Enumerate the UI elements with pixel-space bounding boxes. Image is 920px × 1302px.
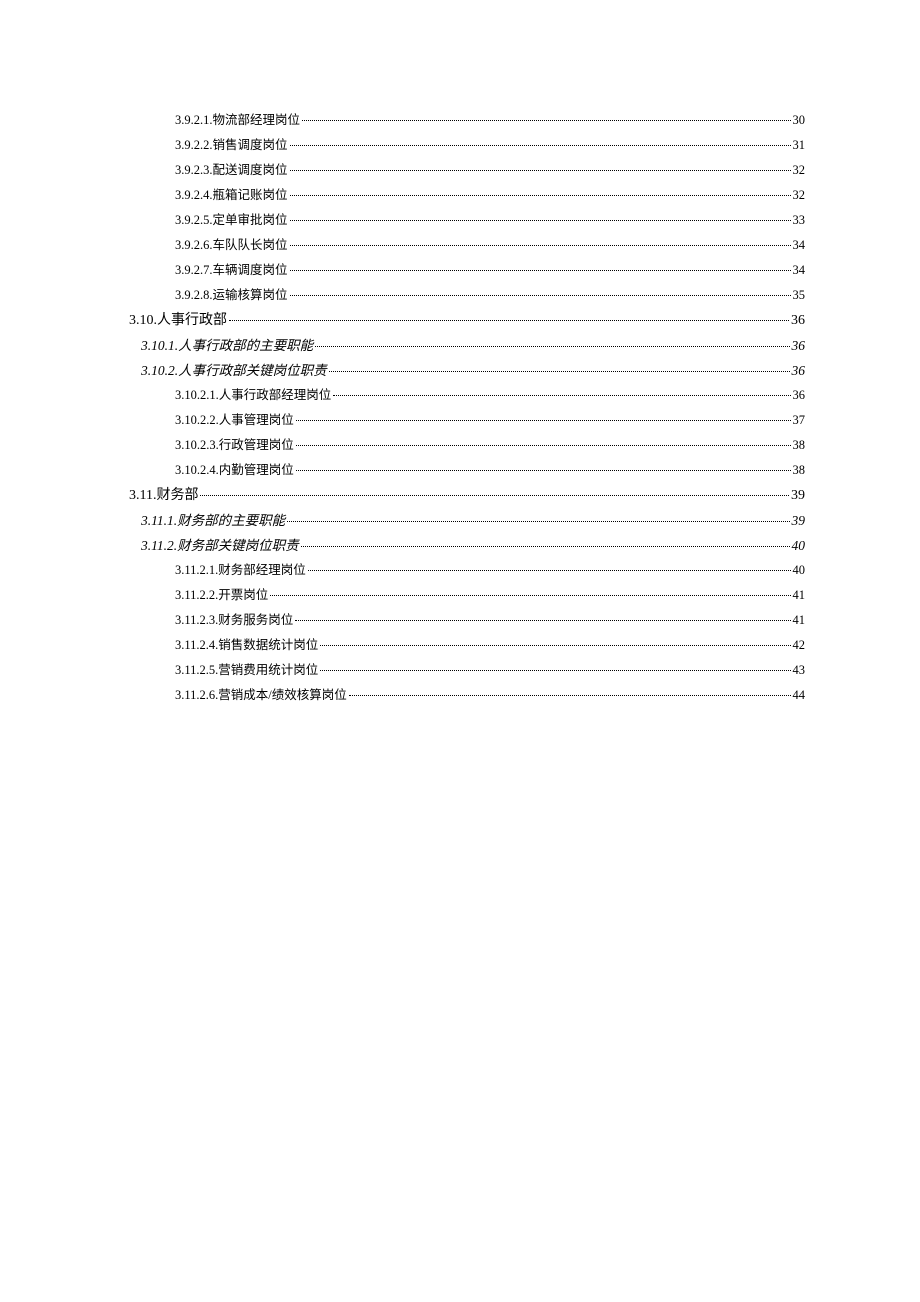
toc-label: 3.11.2.2.开票岗位 [175,583,268,608]
toc-page-number: 35 [793,283,806,308]
toc-label: 3.9.2.6.车队队长岗位 [175,233,288,258]
toc-leader-dots [290,245,791,246]
toc-label: 3.10.2.人事行政部关键岗位职责 [141,358,327,383]
toc-entry[interactable]: 3.11.1.财务部的主要职能 39 [115,508,805,533]
toc-label: 3.11.财务部 [129,483,198,508]
toc-label: 3.10.2.3.行政管理岗位 [175,433,294,458]
toc-entry[interactable]: 3.9.2.3.配送调度岗位 32 [115,158,805,183]
toc-leader-dots [200,495,789,496]
toc-leader-dots [270,595,790,596]
toc-label: 3.11.2.财务部关键岗位职责 [141,533,299,558]
toc-leader-dots [229,320,789,321]
toc-page-number: 38 [793,433,806,458]
toc-leader-dots [301,546,790,547]
toc-entry[interactable]: 3.11.2.2.开票岗位 41 [115,583,805,608]
toc-label: 3.10.2.2.人事管理岗位 [175,408,294,433]
toc-page-number: 36 [792,333,806,358]
toc-page-number: 40 [792,533,806,558]
toc-label: 3.9.2.2.销售调度岗位 [175,133,288,158]
toc-entry[interactable]: 3.11.2.4.销售数据统计岗位 42 [115,633,805,658]
toc-entry[interactable]: 3.9.2.5.定单审批岗位 33 [115,208,805,233]
toc-leader-dots [290,270,791,271]
toc-leader-dots [295,620,790,621]
toc-entry[interactable]: 3.10.1.人事行政部的主要职能 36 [115,333,805,358]
toc-leader-dots [290,170,791,171]
toc-entry[interactable]: 3.9.2.7.车辆调度岗位 34 [115,258,805,283]
toc-leader-dots [296,420,791,421]
toc-leader-dots [287,521,789,522]
toc-leader-dots [290,145,791,146]
toc-leader-dots [308,570,791,571]
toc-entry[interactable]: 3.11.财务部 39 [115,483,805,508]
toc-label: 3.10.2.1.人事行政部经理岗位 [175,383,331,408]
toc-leader-dots [320,645,790,646]
toc-entry[interactable]: 3.10.2.人事行政部关键岗位职责 36 [115,358,805,383]
toc-entry[interactable]: 3.10.2.4.内勤管理岗位 38 [115,458,805,483]
toc-leader-dots [290,220,791,221]
toc-page-number: 32 [793,158,806,183]
toc-page-number: 33 [793,208,806,233]
toc-label: 3.9.2.4.瓶箱记账岗位 [175,183,288,208]
toc-leader-dots [290,195,791,196]
toc-entry[interactable]: 3.9.2.2.销售调度岗位 31 [115,133,805,158]
toc-leader-dots [320,670,790,671]
toc-page-number: 40 [793,558,806,583]
toc-entry[interactable]: 3.9.2.8.运输核算岗位 35 [115,283,805,308]
toc-page-number: 39 [791,483,805,508]
toc-label: 3.11.2.1.财务部经理岗位 [175,558,306,583]
toc-page-number: 38 [793,458,806,483]
toc-entry[interactable]: 3.11.2.财务部关键岗位职责 40 [115,533,805,558]
toc-label: 3.11.1.财务部的主要职能 [141,508,285,533]
toc-entry[interactable]: 3.10.2.1.人事行政部经理岗位 36 [115,383,805,408]
toc-entry[interactable]: 3.11.2.3.财务服务岗位 41 [115,608,805,633]
toc-leader-dots [296,470,791,471]
toc-entry[interactable]: 3.9.2.1.物流部经理岗位 30 [115,108,805,133]
toc-entry[interactable]: 3.9.2.4.瓶箱记账岗位 32 [115,183,805,208]
toc-label: 3.9.2.3.配送调度岗位 [175,158,288,183]
toc-label: 3.9.2.7.车辆调度岗位 [175,258,288,283]
toc-label: 3.11.2.6.营销成本/绩效核算岗位 [175,683,347,708]
toc-page-number: 41 [793,608,806,633]
table-of-contents: 3.9.2.1.物流部经理岗位303.9.2.2.销售调度岗位313.9.2.3… [115,108,805,708]
toc-page-number: 36 [793,383,806,408]
toc-label: 3.11.2.4.销售数据统计岗位 [175,633,318,658]
toc-label: 3.9.2.1.物流部经理岗位 [175,108,300,133]
toc-page-number: 36 [791,308,805,333]
toc-entry[interactable]: 3.10.人事行政部 36 [115,308,805,333]
toc-entry[interactable]: 3.11.2.5.营销费用统计岗位 43 [115,658,805,683]
toc-page-number: 36 [792,358,806,383]
toc-label: 3.11.2.5.营销费用统计岗位 [175,658,318,683]
toc-page-number: 39 [792,508,806,533]
toc-leader-dots [290,295,791,296]
toc-page-number: 42 [793,633,806,658]
toc-leader-dots [329,371,790,372]
toc-page-number: 34 [793,258,806,283]
toc-page-number: 31 [793,133,806,158]
toc-entry[interactable]: 3.10.2.2.人事管理岗位 37 [115,408,805,433]
toc-leader-dots [333,395,790,396]
toc-page-number: 41 [793,583,806,608]
toc-entry[interactable]: 3.11.2.1.财务部经理岗位 40 [115,558,805,583]
toc-page-number: 37 [793,408,806,433]
toc-page-number: 30 [793,108,806,133]
toc-leader-dots [296,445,791,446]
toc-entry[interactable]: 3.9.2.6.车队队长岗位 34 [115,233,805,258]
toc-label: 3.9.2.8.运输核算岗位 [175,283,288,308]
toc-page-number: 43 [793,658,806,683]
toc-label: 3.10.人事行政部 [129,308,227,333]
toc-page-number: 32 [793,183,806,208]
toc-label: 3.9.2.5.定单审批岗位 [175,208,288,233]
toc-leader-dots [349,695,791,696]
toc-label: 3.11.2.3.财务服务岗位 [175,608,293,633]
toc-label: 3.10.2.4.内勤管理岗位 [175,458,294,483]
toc-page-number: 34 [793,233,806,258]
toc-leader-dots [302,120,790,121]
toc-label: 3.10.1.人事行政部的主要职能 [141,333,313,358]
toc-entry[interactable]: 3.11.2.6.营销成本/绩效核算岗位 44 [115,683,805,708]
toc-page-number: 44 [793,683,806,708]
toc-leader-dots [315,346,789,347]
toc-entry[interactable]: 3.10.2.3.行政管理岗位 38 [115,433,805,458]
